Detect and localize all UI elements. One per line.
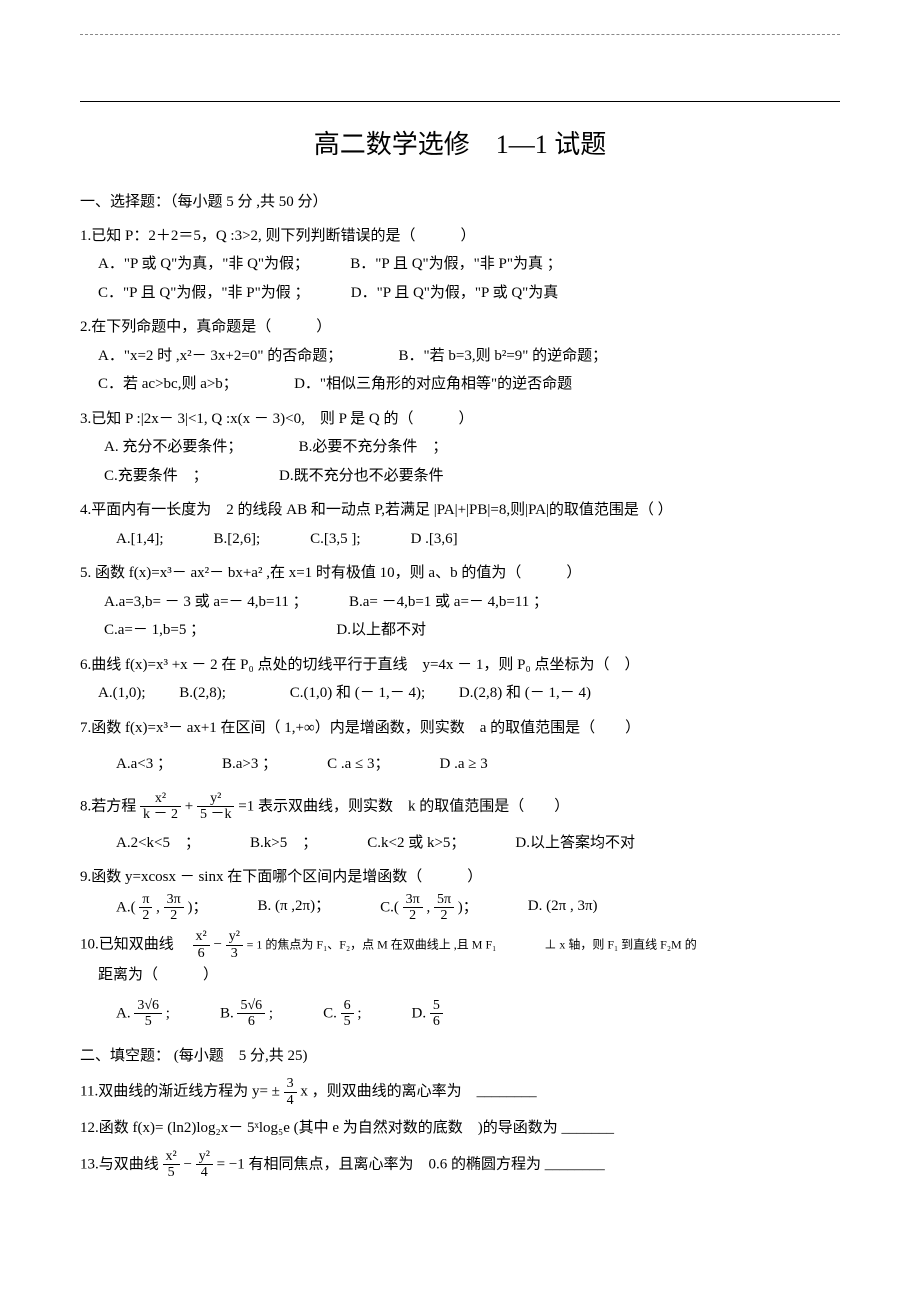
q10-minus: −: [213, 937, 225, 953]
q1-opt-d: D．"P 且 Q"为假，"P 或 Q"为真: [351, 285, 559, 301]
q10-stem-mid: = 1 的焦点为 F₁、F₂，点 M 在双曲线上 ,且 M F₁ ⊥ x 轴，则…: [247, 938, 697, 952]
q3: 3.已知 P :|2x－ 3|<1, Q :x(x － 3)<0, 则 P 是 …: [80, 405, 840, 491]
q8-opt-b: B.k>5 ；: [250, 829, 317, 858]
q3-opt-a: A. 充分不必要条件；: [104, 439, 235, 455]
q4-opt-d: D .[3,6]: [411, 525, 458, 554]
q4-opt-a: A.[1,4];: [116, 525, 164, 554]
page-title: 高二数学选修 1—1 试题: [80, 122, 840, 169]
q5-opt-b: B.a= －4,b=1 或 a=－ 4,b=11 ；: [349, 594, 548, 610]
q4-opt-c: C.[3,5 ];: [310, 525, 360, 554]
q6: 6.曲线 f(x)=x³ +x － 2 在 P₀ 点处的切线平行于直线 y=4x…: [80, 651, 840, 708]
q5: 5. 函数 f(x)=x³－ ax²－ bx+a² ,在 x=1 时有极值 10…: [80, 559, 840, 645]
q8-opt-a: A.2<k<5 ；: [116, 829, 200, 858]
q2: 2.在下列命题中，真命题是（ ） A．"x=2 时 ,x²－ 3x+2=0" 的…: [80, 313, 840, 399]
q3-opt-b: B.必要不充分条件 ；: [299, 439, 448, 455]
q10: 10.已知双曲线 x² 6 − y² 3 = 1 的焦点为 F₁、F₂，点 M …: [80, 929, 840, 1029]
q3-opt-c: C.充要条件 ；: [104, 468, 200, 484]
q10-stem-pre: 10.已知双曲线: [80, 937, 189, 953]
q10-opt-b: B. 5√66 ;: [220, 998, 273, 1030]
q3-opt-d: D.既不充分也不必要条件: [279, 468, 444, 484]
section2-header: 二、填空题： (每小题 5 分,共 25): [80, 1043, 840, 1070]
q10-frac1: x² 6: [193, 929, 210, 961]
q1-opt-a: A．"P 或 Q"为真，"非 Q"为假；: [98, 256, 302, 272]
q7-opt-d: D .a ≥ 3: [439, 750, 487, 779]
q6-opt-c: C.(1,0) 和 (－ 1,－ 4);: [290, 685, 425, 701]
q8-frac2: y² 5 －k: [197, 791, 235, 823]
q10-frac2: y² 3: [226, 929, 243, 961]
q7: 7.函数 f(x)=x³－ ax+1 在区间（ 1,+∞）内是增函数，则实数 a…: [80, 714, 840, 779]
q6-stem: 6.曲线 f(x)=x³ +x － 2 在 P₀ 点处的切线平行于直线 y=4x…: [80, 651, 840, 680]
q2-opt-b: B．"若 b=3,则 b²=9" 的逆命题；: [398, 348, 607, 364]
q8-frac1: x² k － 2: [140, 791, 181, 823]
q5-opt-d: D.以上都不对: [336, 622, 426, 638]
q8-opt-c: C.k<2 或 k>5；: [367, 829, 465, 858]
q1-stem: 1.已知 P：2＋2＝5，Q :3>2, 则下列判断错误的是（ ）: [80, 222, 840, 251]
title-underline: [80, 101, 840, 102]
q11-frac: 3 4: [284, 1076, 297, 1108]
q6-opt-a: A.(1,0);: [98, 685, 146, 701]
q9-stem: 9.函数 y=xcosx － sinx 在下面哪个区间内是增函数（ ）: [80, 863, 840, 892]
q5-stem: 5. 函数 f(x)=x³－ ax²－ bx+a² ,在 x=1 时有极值 10…: [80, 559, 840, 588]
q8: 8.若方程 x² k － 2 + y² 5 －k =1 表示双曲线，则实数 k …: [80, 791, 840, 857]
q7-opt-c: C .a ≤ 3；: [327, 750, 389, 779]
q1: 1.已知 P：2＋2＝5，Q :3>2, 则下列判断错误的是（ ） A．"P 或…: [80, 222, 840, 308]
q2-opt-d: D．"相似三角形的对应角相等"的逆否命题: [294, 376, 572, 392]
page-top-rule: [80, 34, 840, 35]
q1-opt-b: B．"P 且 Q"为假，"非 P"为真 ；: [350, 256, 561, 272]
q10-stem-post: 距离为（ ）: [80, 961, 840, 990]
q10-opt-d: D. 56: [412, 998, 443, 1030]
q13: 13.与双曲线 x²5 − y²4 = −1 有相同焦点，且离心率为 0.6 的…: [80, 1149, 840, 1181]
q6-opt-b: B.(2,8);: [179, 685, 226, 701]
q7-stem: 7.函数 f(x)=x³－ ax+1 在区间（ 1,+∞）内是增函数，则实数 a…: [80, 714, 840, 743]
q9-opt-d: D. (2π , 3π): [528, 892, 598, 924]
q12: 12.函数 f(x)= (ln2)log₂x－ 5ˣlog₅e (其中 e 为自…: [80, 1114, 840, 1143]
q2-opt-c: C．若 ac>bc,则 a>b；: [98, 376, 230, 392]
q4-opt-b: B.[2,6];: [214, 525, 261, 554]
q2-opt-a: A．"x=2 时 ,x²－ 3x+2=0" 的否命题；: [98, 348, 335, 364]
q8-plus: +: [185, 798, 197, 814]
q9-opt-b: B. (π ,2π)；: [257, 892, 330, 924]
q8-opt-d: D.以上答案均不对: [515, 829, 635, 858]
q5-opt-c: C.a=－ 1,b=5 ；: [104, 622, 198, 638]
q1-opt-c: C．"P 且 Q"为假，"非 P"为假 ；: [98, 285, 302, 301]
q9-opt-a: A.( π2 , 3π2 )；: [116, 892, 207, 924]
section1-header: 一、选择题：（每小题 5 分 ,共 50 分）: [80, 189, 840, 216]
q10-opt-c: C. 65 ;: [323, 998, 361, 1030]
q3-stem: 3.已知 P :|2x－ 3|<1, Q :x(x － 3)<0, 则 P 是 …: [80, 405, 840, 434]
q9: 9.函数 y=xcosx － sinx 在下面哪个区间内是增函数（ ） A.( …: [80, 863, 840, 923]
q7-opt-b: B.a>3 ；: [222, 750, 277, 779]
q10-opt-a: A. 3√65 ;: [116, 998, 170, 1030]
q2-stem: 2.在下列命题中，真命题是（ ）: [80, 313, 840, 342]
q6-opt-d: D.(2,8) 和 (－ 1,－ 4): [459, 685, 591, 701]
q8-stem-post: =1 表示双曲线，则实数 k 的取值范围是（ ）: [238, 798, 569, 814]
q9-opt-c: C.( 3π2 , 5π2 )；: [380, 892, 478, 924]
q7-opt-a: A.a<3 ；: [116, 750, 172, 779]
q8-stem-pre: 8.若方程: [80, 798, 140, 814]
q11: 11.双曲线的渐近线方程为 y= ± 3 4 x ，则双曲线的离心率为 ____…: [80, 1076, 840, 1108]
q4: 4.平面内有一长度为 2 的线段 AB 和一动点 P,若满足 |PA|+|PB|…: [80, 496, 840, 553]
q5-opt-a: A.a=3,b= － 3 或 a=－ 4,b=11 ；: [104, 594, 300, 610]
q4-stem: 4.平面内有一长度为 2 的线段 AB 和一动点 P,若满足 |PA|+|PB|…: [80, 496, 840, 525]
